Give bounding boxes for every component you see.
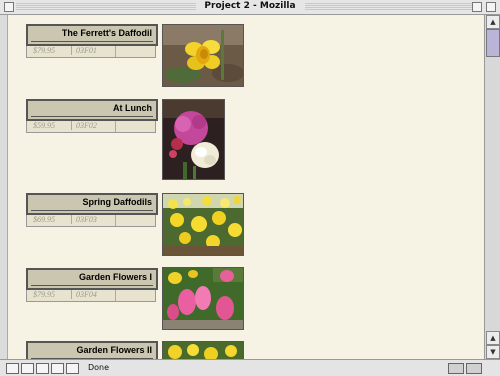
page-content: The Ferrett's Daffodil $79.95 03F01 At L… — [8, 15, 483, 359]
product-title-box: Garden Flowers II — [26, 341, 158, 359]
lunch-flowers-photo — [162, 99, 225, 180]
meta-divider — [115, 215, 116, 226]
product-title-box: Spring Daffodils — [26, 193, 158, 215]
product-sku: 03F02 — [71, 121, 97, 130]
navigator-icon[interactable] — [6, 363, 19, 374]
product-title-box: Garden Flowers I — [26, 268, 158, 290]
window-title: Project 2 - Mozilla — [0, 1, 500, 11]
product-item: Garden Flowers I $79.95 03F04 — [26, 268, 164, 302]
product-sku: 03F01 — [71, 46, 97, 55]
product-sku: 03F03 — [71, 215, 97, 224]
product-title-box: The Ferrett's Daffodil — [26, 24, 158, 46]
zoom-box-icon[interactable] — [472, 2, 482, 12]
product-meta: $79.95 03F01 — [26, 46, 156, 58]
composer-icon[interactable] — [36, 363, 49, 374]
product-name: Spring Daffodils — [82, 197, 153, 207]
daffodil-photo — [162, 24, 244, 87]
meta-divider — [115, 290, 116, 301]
status-text: Done — [88, 363, 110, 372]
sidebar-gutter[interactable] — [0, 15, 8, 359]
scroll-up-arrow-icon[interactable]: ▲ — [486, 15, 500, 29]
product-price: $79.95 — [33, 46, 55, 55]
product-name: The Ferrett's Daffodil — [61, 28, 152, 38]
garden-flowers-photo — [162, 267, 244, 330]
scroll-thumb[interactable] — [486, 29, 500, 57]
title-underline — [31, 210, 153, 211]
mail-icon[interactable] — [21, 363, 34, 374]
status-bar: Done — [0, 359, 500, 376]
meta-divider — [115, 121, 116, 132]
product-price: $79.95 — [33, 290, 55, 299]
product-meta: $69.95 03F03 — [26, 215, 156, 227]
irc-icon[interactable] — [66, 363, 79, 374]
title-underline — [31, 41, 153, 42]
address-book-icon[interactable] — [51, 363, 64, 374]
product-meta: $59.95 03F02 — [26, 121, 156, 133]
product-name: Garden Flowers II — [76, 345, 152, 355]
product-sku: 03F04 — [71, 290, 97, 299]
vertical-scrollbar[interactable]: ▲ ▲ ▼ — [484, 15, 500, 359]
product-name: Garden Flowers I — [78, 272, 152, 282]
online-indicator-icon[interactable] — [448, 363, 464, 374]
meta-divider — [115, 46, 116, 57]
product-price: $69.95 — [33, 215, 55, 224]
title-underline — [31, 285, 153, 286]
spring-daffodils-photo — [162, 193, 244, 256]
window-titlebar[interactable]: Project 2 - Mozilla — [0, 0, 500, 15]
garden-flowers-ii-photo — [162, 341, 244, 359]
scroll-down-arrow-icon[interactable]: ▼ — [486, 345, 500, 359]
product-price: $59.95 — [33, 121, 55, 130]
scroll-up-arrow-icon[interactable]: ▲ — [486, 331, 500, 345]
collapse-box-icon[interactable] — [486, 2, 496, 12]
product-item: At Lunch $59.95 03F02 — [26, 99, 164, 133]
security-lock-icon[interactable] — [466, 363, 482, 374]
product-item: The Ferrett's Daffodil $79.95 03F01 — [26, 24, 164, 58]
product-item: Spring Daffodils $69.95 03F03 — [26, 193, 164, 227]
product-meta: $79.95 03F04 — [26, 290, 156, 302]
title-underline — [31, 116, 153, 117]
product-title-box: At Lunch — [26, 99, 158, 121]
product-name: At Lunch — [113, 103, 152, 113]
product-item: Garden Flowers II — [26, 341, 164, 359]
